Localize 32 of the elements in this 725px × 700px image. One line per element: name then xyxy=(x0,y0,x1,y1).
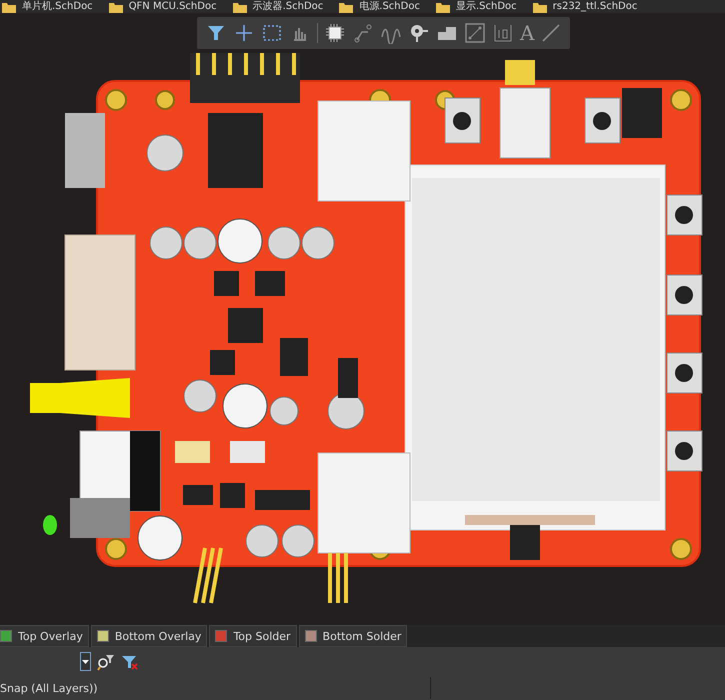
document-tab[interactable]: 显示.SchDoc xyxy=(436,1,517,13)
folder-icon xyxy=(532,2,547,12)
selection-rectangle-icon[interactable] xyxy=(261,22,283,44)
chip-icon[interactable] xyxy=(324,22,346,44)
folder-icon xyxy=(108,2,123,12)
dropdown-button[interactable] xyxy=(80,652,91,671)
document-tab[interactable]: 电源.SchDoc xyxy=(339,1,420,13)
line-icon[interactable] xyxy=(540,22,562,44)
document-tab[interactable]: QFN MCU.SchDoc xyxy=(108,1,217,13)
layer-label: Top Overlay xyxy=(18,630,83,642)
pin-icon[interactable] xyxy=(408,22,430,44)
document-tab[interactable]: rs232_ttl.SchDoc xyxy=(532,1,638,13)
folder-icon xyxy=(436,2,450,12)
route-icon[interactable] xyxy=(352,22,374,44)
zoom-filter-icon[interactable] xyxy=(97,652,115,670)
document-tab[interactable]: 单片机.SchDoc xyxy=(2,1,93,13)
folder-icon xyxy=(339,2,354,12)
document-tab[interactable]: 示波器.SchDoc xyxy=(232,1,324,13)
layer-tab[interactable]: Top Overlay xyxy=(0,625,89,647)
layer-tab[interactable]: Bottom Overlay xyxy=(90,625,208,647)
status-text: Snap (All Layers)) xyxy=(0,682,99,694)
layer-label: Top Solder xyxy=(233,630,291,642)
text-tool-button[interactable]: A xyxy=(518,20,536,46)
crosshair-icon[interactable] xyxy=(233,22,255,44)
layer-label: Bottom Solder xyxy=(322,630,402,642)
layer-tab[interactable]: Bottom Solder xyxy=(298,625,408,647)
layer-tab[interactable]: Top Solder xyxy=(209,625,297,647)
layer-label: Bottom Overlay xyxy=(114,630,202,642)
caret-icon xyxy=(82,660,89,664)
dimension-icon[interactable] xyxy=(492,22,514,44)
folder-icon xyxy=(232,2,247,12)
folder-icon xyxy=(2,2,16,12)
